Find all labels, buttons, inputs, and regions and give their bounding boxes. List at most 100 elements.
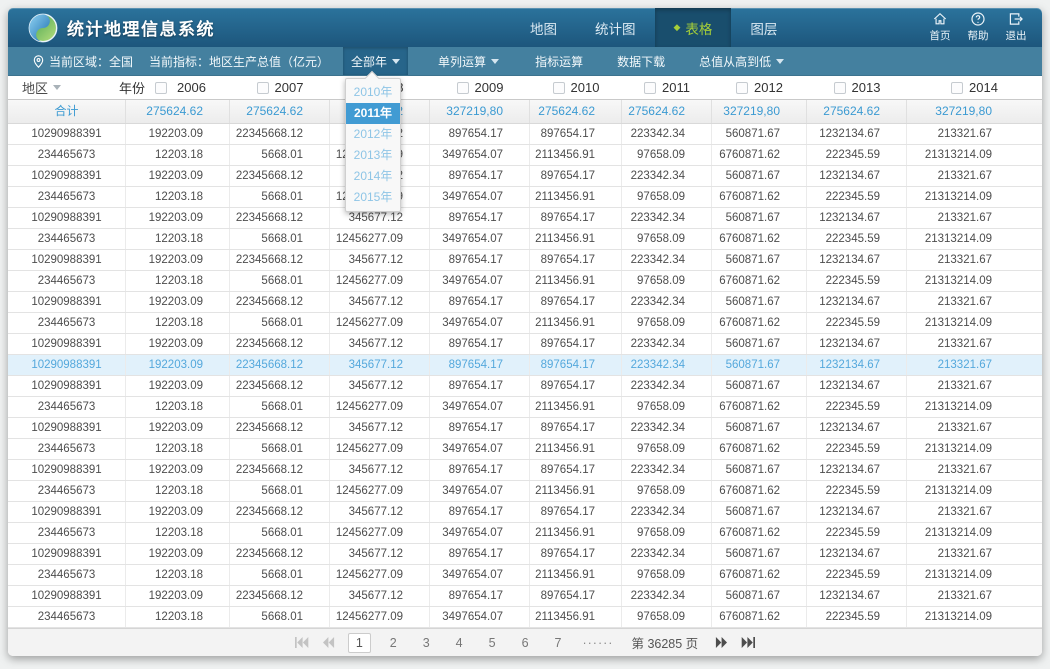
table-row[interactable]: 10290988391192203.0922345668.12345677.12…	[8, 124, 1042, 145]
year-checkbox[interactable]	[834, 82, 846, 94]
table-row[interactable]: 10290988391192203.0922345668.12345677.12…	[8, 460, 1042, 481]
value-cell: 222345.59	[807, 481, 907, 501]
pagination-bar: 1234567······第 36285 页	[8, 628, 1042, 656]
value-cell: 3497654.07	[430, 565, 530, 585]
sort-order-button[interactable]: 总值从高到低	[691, 47, 792, 75]
region-cell: 10290988391	[8, 334, 126, 354]
year-checkbox[interactable]	[457, 82, 469, 94]
region-header-label: 地区	[22, 78, 48, 97]
table-row[interactable]: 10290988391192203.0922345668.12345677.12…	[8, 586, 1042, 607]
year-checkbox[interactable]	[951, 82, 963, 94]
nav-tab-layers[interactable]: 图层	[731, 8, 796, 47]
year-option[interactable]: 2014年	[346, 166, 400, 187]
value-cell: 223342.34	[622, 460, 712, 480]
table-row[interactable]: 23446567312203.185668.0112456277.0934976…	[8, 229, 1042, 250]
page-button[interactable]: 7	[548, 634, 569, 652]
table-row[interactable]: 10290988391192203.0922345668.12345677.12…	[8, 334, 1042, 355]
value-cell: 3497654.07	[430, 145, 530, 165]
table-row[interactable]: 23446567312203.185668.0112456277.0934976…	[8, 481, 1042, 502]
total-cell: 275624.62	[530, 100, 622, 123]
table-row[interactable]: 10290988391192203.0922345668.12345677.12…	[8, 166, 1042, 187]
table-row[interactable]: 10290988391192203.0922345668.12345677.12…	[8, 208, 1042, 229]
year-option[interactable]: 2013年	[346, 145, 400, 166]
year-option[interactable]: 2011年	[346, 103, 400, 124]
quicklink-home[interactable]: 首页	[926, 12, 954, 43]
page-button[interactable]: 2	[383, 634, 404, 652]
app-window: 统计地理信息系统 地图统计图◆表格图层 首页帮助退出 当前区域：全国 当前指标：…	[8, 8, 1042, 656]
year-option[interactable]: 2015年	[346, 187, 400, 208]
table-row[interactable]: 10290988391192203.0922345668.12345677.12…	[8, 544, 1042, 565]
value-cell: 560871.67	[712, 586, 807, 606]
value-cell: 213321.67	[907, 124, 1042, 144]
year-checkbox[interactable]	[553, 82, 565, 94]
region-cell: 234465673	[8, 187, 126, 207]
table-row[interactable]: 10290988391192203.0922345668.12345677.12…	[8, 502, 1042, 523]
region-cell: 10290988391	[8, 376, 126, 396]
page-button[interactable]: 4	[449, 634, 470, 652]
table-row[interactable]: 23446567312203.185668.0112456277.0934976…	[8, 397, 1042, 418]
region-column-header[interactable]: 地区	[8, 76, 126, 99]
logo-swirl-icon	[28, 13, 58, 43]
quicklink-logout[interactable]: 退出	[1002, 12, 1030, 43]
next-page-button[interactable]	[714, 637, 729, 648]
value-cell: 2113456.91	[530, 565, 622, 585]
value-cell: 6760871.62	[712, 439, 807, 459]
page-button[interactable]: 6	[515, 634, 536, 652]
table-row[interactable]: 23446567312203.185668.0112456277.0934976…	[8, 313, 1042, 334]
prev-page-button[interactable]	[321, 637, 336, 648]
value-cell: 223342.34	[622, 292, 712, 312]
first-page-button[interactable]	[294, 637, 309, 648]
year-option[interactable]: 2012年	[346, 124, 400, 145]
table-row[interactable]: 23446567312203.185668.0112456277.0934976…	[8, 439, 1042, 460]
year-checkbox[interactable]	[257, 82, 269, 94]
year-checkbox[interactable]	[736, 82, 748, 94]
table-row[interactable]: 23446567312203.185668.0112456277.0934976…	[8, 271, 1042, 292]
value-cell: 222345.59	[807, 439, 907, 459]
value-cell: 345677.12	[330, 502, 430, 522]
value-cell: 897654.17	[530, 418, 622, 438]
value-cell: 560871.67	[712, 124, 807, 144]
table-row[interactable]: 10290988391192203.0922345668.12345677.12…	[8, 292, 1042, 313]
year-checkbox[interactable]	[644, 82, 656, 94]
nav-tab-map[interactable]: 地图	[511, 8, 576, 47]
value-cell: 213321.67	[907, 292, 1042, 312]
value-cell: 897654.17	[430, 586, 530, 606]
table-row[interactable]: 10290988391192203.0922345668.12345677.12…	[8, 376, 1042, 397]
column-operation-button[interactable]: 单列运算	[430, 47, 507, 75]
year-checkbox[interactable]	[155, 82, 167, 94]
table-row[interactable]: 10290988391192203.0922345668.12345677.12…	[8, 355, 1042, 376]
table-row[interactable]: 23446567312203.185668.0112456277.0934976…	[8, 145, 1042, 166]
last-page-button[interactable]	[741, 637, 756, 648]
page-button[interactable]: 3	[416, 634, 437, 652]
year-filter-button[interactable]: 全部年	[343, 47, 408, 75]
data-download-button[interactable]: 数据下载	[609, 47, 673, 75]
table-row[interactable]: 10290988391192203.0922345668.12345677.12…	[8, 250, 1042, 271]
region-cell: 10290988391	[8, 586, 126, 606]
table-row[interactable]: 23446567312203.185668.0112456277.0934976…	[8, 607, 1042, 628]
page-button[interactable]: 5	[482, 634, 503, 652]
year-option[interactable]: 2010年	[346, 82, 400, 103]
quicklink-help[interactable]: 帮助	[964, 12, 992, 43]
value-cell: 3497654.07	[430, 271, 530, 291]
nav-tab-table[interactable]: ◆表格	[655, 8, 732, 47]
page-button[interactable]: 1	[348, 633, 371, 653]
table-row[interactable]: 23446567312203.185668.0112456277.0934976…	[8, 523, 1042, 544]
value-cell: 12203.18	[126, 439, 230, 459]
table-row[interactable]: 23446567312203.185668.0112456277.0934976…	[8, 565, 1042, 586]
value-cell: 12456277.09	[330, 439, 430, 459]
value-cell: 22345668.12	[230, 586, 330, 606]
value-cell: 192203.09	[126, 544, 230, 564]
value-cell: 897654.17	[430, 124, 530, 144]
table-row[interactable]: 23446567312203.185668.0112456277.0934976…	[8, 187, 1042, 208]
main-nav: 地图统计图◆表格图层	[511, 8, 796, 47]
nav-tab-chart[interactable]: 统计图	[576, 8, 655, 47]
value-cell: 12456277.09	[330, 481, 430, 501]
value-cell: 21313214.09	[907, 145, 1042, 165]
value-cell: 345677.12	[330, 376, 430, 396]
table-row[interactable]: 10290988391192203.0922345668.12345677.12…	[8, 418, 1042, 439]
value-cell: 223342.34	[622, 376, 712, 396]
region-cell: 234465673	[8, 145, 126, 165]
value-cell: 560871.67	[712, 166, 807, 186]
indicator-operation-button[interactable]: 指标运算	[527, 47, 591, 75]
region-cell: 10290988391	[8, 292, 126, 312]
